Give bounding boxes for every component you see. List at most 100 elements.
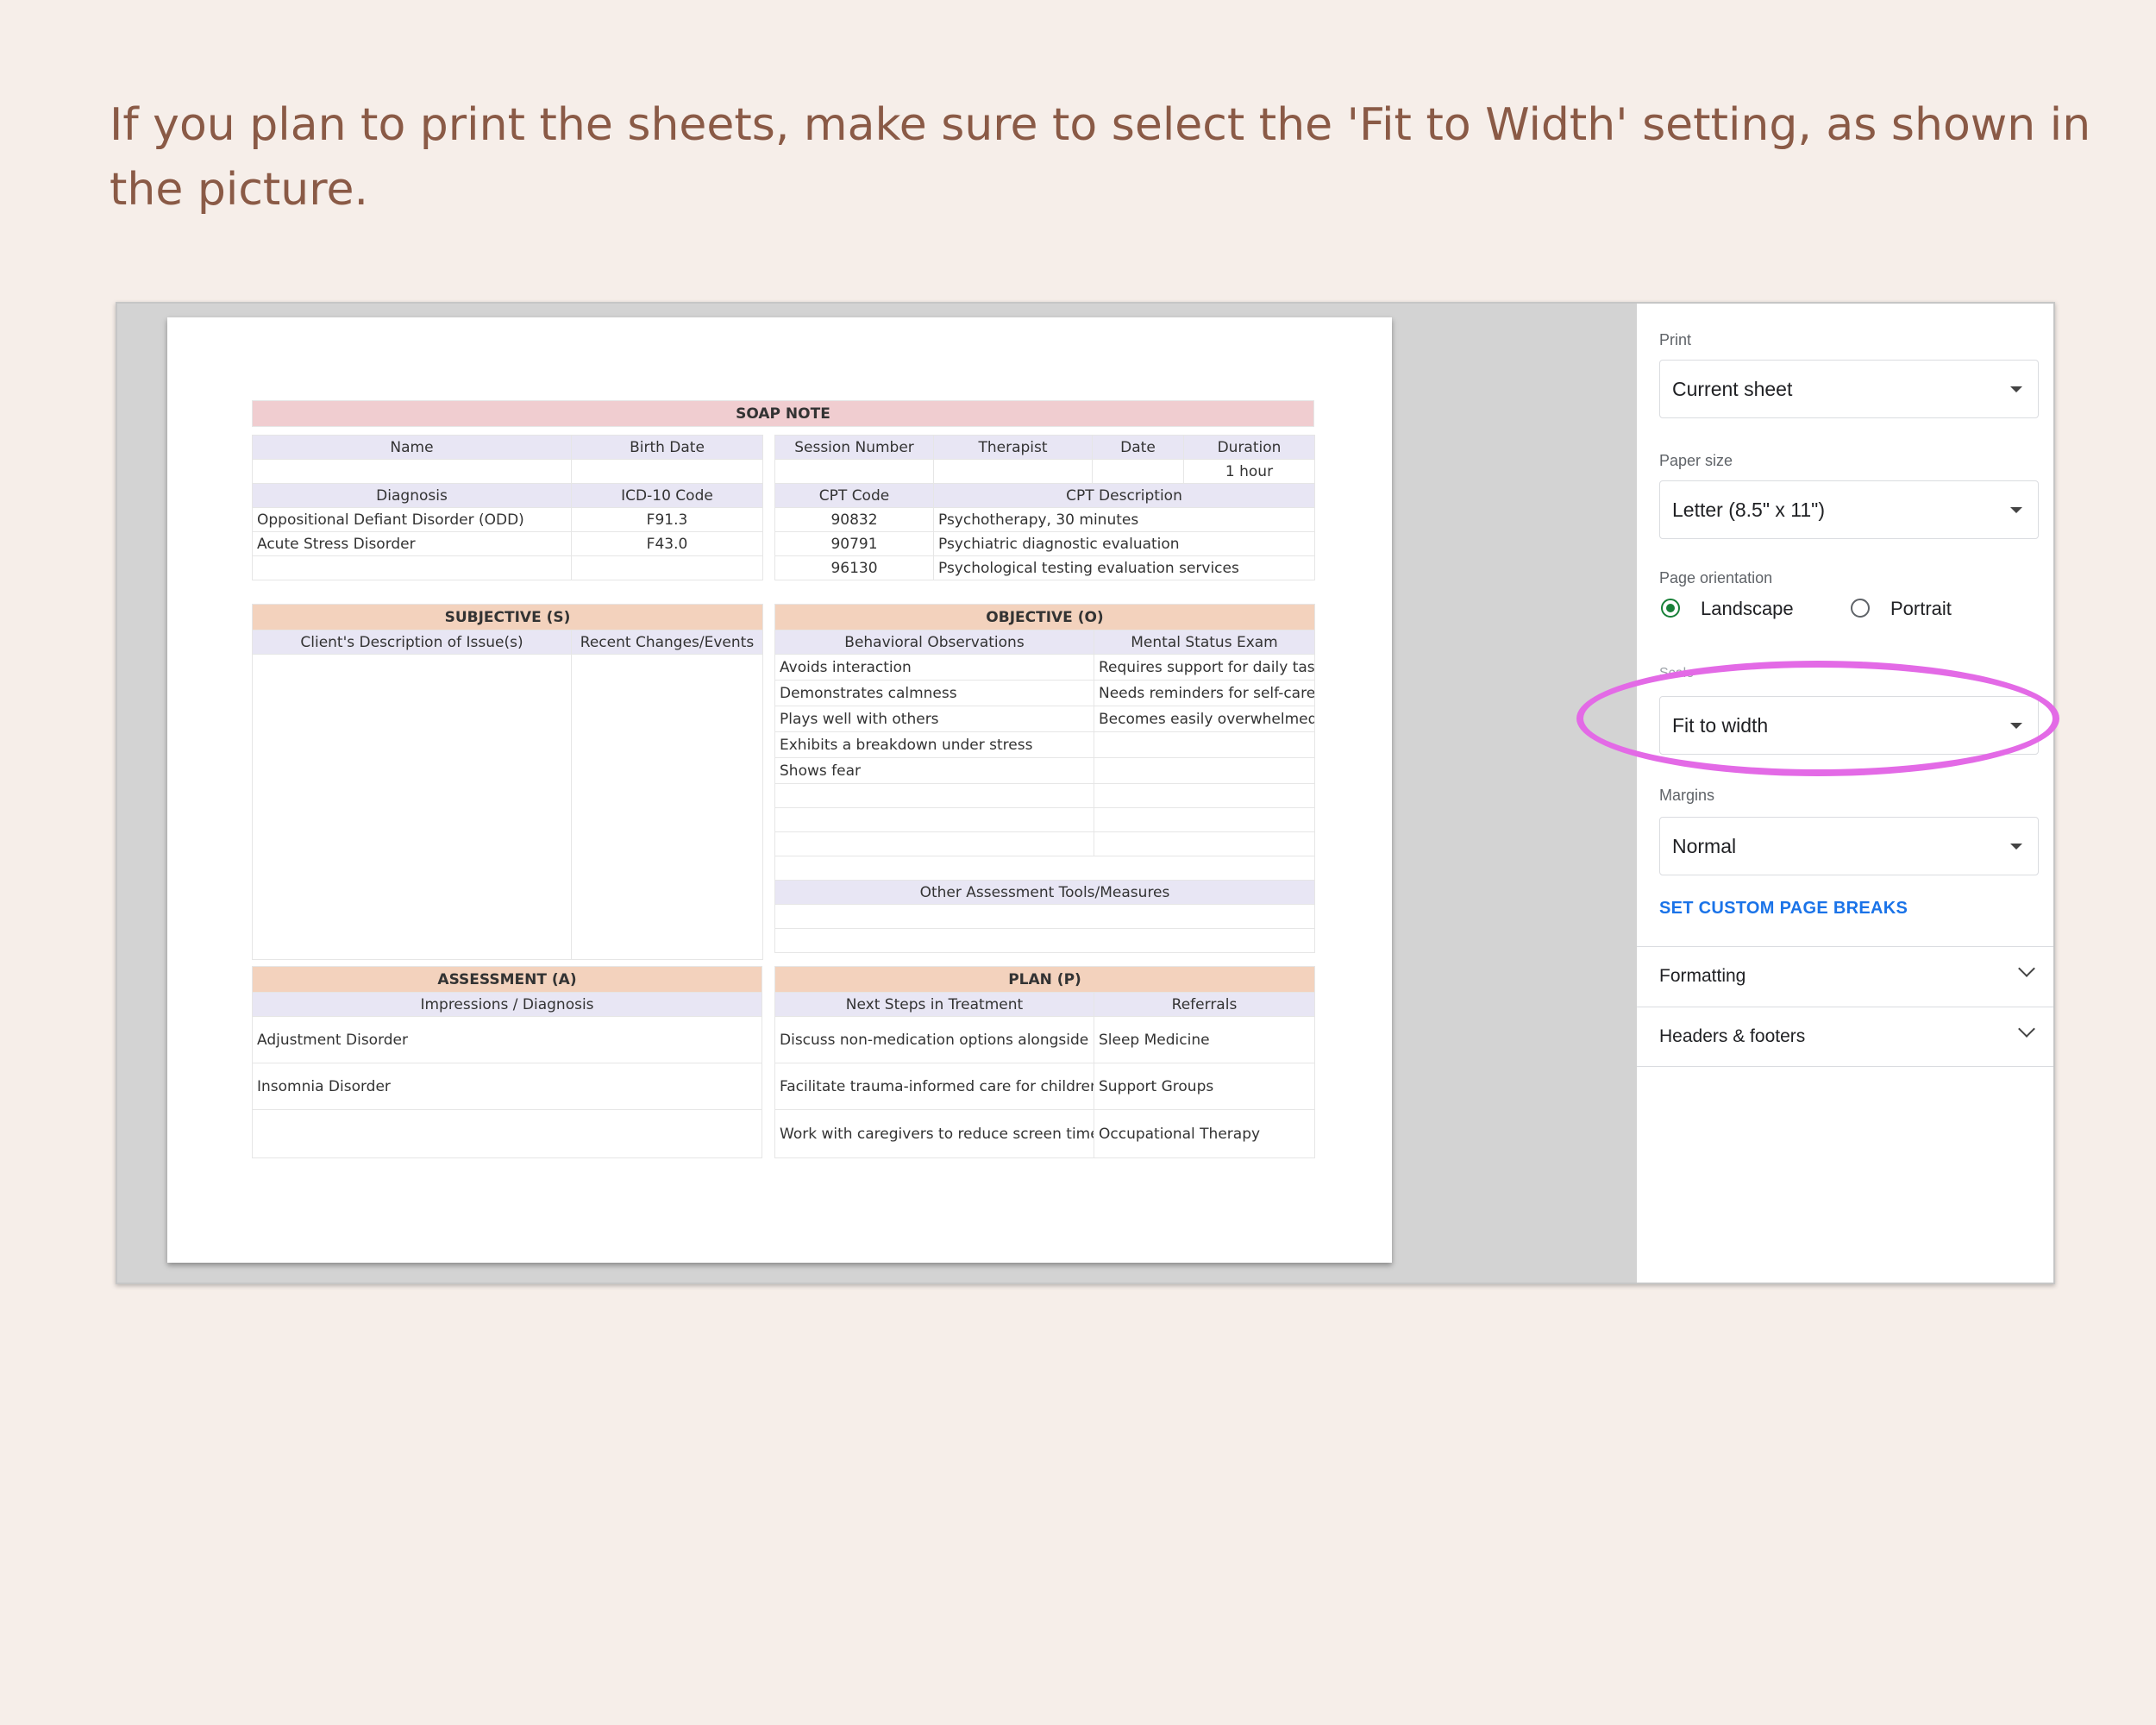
dropdown-caret-icon xyxy=(2010,844,2022,850)
name-header: Name xyxy=(252,435,572,460)
paper-size-value: Letter (8.5" x 11") xyxy=(1672,499,1825,521)
portrait-label: Portrait xyxy=(1890,598,1952,619)
objective-title: OBJECTIVE (O) xyxy=(774,604,1315,630)
birth-date-header: Birth Date xyxy=(571,435,763,460)
subjective-table: SUBJECTIVE (S) Client's Description of I… xyxy=(252,604,763,960)
referral-cell: Sleep Medicine xyxy=(1094,1016,1315,1063)
next-step-cell: Facilitate trauma-informed care for chil… xyxy=(774,1063,1094,1110)
mental-status-cell[interactable] xyxy=(1094,807,1315,832)
highlight-ellipse xyxy=(1576,661,2059,776)
session-info-table: Session Number Therapist Date Duration 1… xyxy=(774,435,1315,580)
date-header: Date xyxy=(1092,435,1184,460)
landscape-label: Landscape xyxy=(1701,598,1794,619)
cpt-description-cell: Psychological testing evaluation service… xyxy=(933,555,1315,580)
mental-status-cell: Requires support for daily tasks xyxy=(1094,654,1315,681)
spacer-cell xyxy=(774,856,1315,881)
preview-page: SOAP NOTE Name Birth Date Diagnosis ICD-… xyxy=(167,317,1392,1263)
soap-title-table: SOAP NOTE xyxy=(252,400,1314,427)
other-assessment-cell[interactable] xyxy=(774,904,1315,929)
print-label: Print xyxy=(1659,331,1692,348)
recent-changes-header: Recent Changes/Events xyxy=(571,630,763,655)
observation-cell[interactable] xyxy=(774,831,1094,856)
session-number-cell[interactable] xyxy=(774,459,934,484)
impression-cell[interactable] xyxy=(252,1109,762,1158)
formatting-section[interactable]: Formatting xyxy=(1637,946,2053,1007)
orientation-label: Page orientation xyxy=(1659,569,1773,586)
cpt-code-header: CPT Code xyxy=(774,483,934,508)
cpt-description-cell: Psychiatric diagnostic evaluation xyxy=(933,531,1315,556)
duration-header: Duration xyxy=(1183,435,1315,460)
print-value: Current sheet xyxy=(1672,378,1793,400)
chevron-down-icon xyxy=(2018,960,2035,977)
cpt-description-cell: Psychotherapy, 30 minutes xyxy=(933,507,1315,532)
referral-cell: Support Groups xyxy=(1094,1063,1315,1110)
dropdown-caret-icon xyxy=(2010,386,2022,392)
recent-changes-cell[interactable] xyxy=(571,654,763,960)
impression-cell: Adjustment Disorder xyxy=(252,1016,762,1063)
paper-size-label: Paper size xyxy=(1659,452,1733,469)
mental-status-cell xyxy=(1094,757,1315,784)
impression-cell: Insomnia Disorder xyxy=(252,1063,762,1110)
session-number-header: Session Number xyxy=(774,435,934,460)
plan-title: PLAN (P) xyxy=(774,966,1315,993)
client-info-table: Name Birth Date Diagnosis ICD-10 Code Op… xyxy=(252,435,763,580)
mental-status-cell: Needs reminders for self-care xyxy=(1094,680,1315,706)
cpt-code-cell: 96130 xyxy=(774,555,934,580)
diagnosis-cell: Acute Stress Disorder xyxy=(252,531,572,556)
observation-cell[interactable] xyxy=(774,807,1094,832)
icd10-cell: F43.0 xyxy=(571,531,763,556)
behavioral-observations-header: Behavioral Observations xyxy=(774,630,1094,655)
referrals-header: Referrals xyxy=(1094,992,1315,1017)
instruction-text: If you plan to print the sheets, make su… xyxy=(110,99,2091,216)
mental-status-header: Mental Status Exam xyxy=(1094,630,1315,655)
icd10-cell: F91.3 xyxy=(571,507,763,532)
headers-footers-section[interactable]: Headers & footers xyxy=(1637,1007,2053,1067)
assessment-table: ASSESSMENT (A) Impressions / Diagnosis A… xyxy=(252,966,762,1158)
diagnosis-cell: Oppositional Defiant Disorder (ODD) xyxy=(252,507,572,532)
client-description-header: Client's Description of Issue(s) xyxy=(252,630,572,655)
therapist-cell[interactable] xyxy=(933,459,1093,484)
therapist-header: Therapist xyxy=(933,435,1093,460)
margins-value: Normal xyxy=(1672,835,1737,857)
observation-cell[interactable] xyxy=(774,783,1094,808)
headers-footers-label: Headers & footers xyxy=(1659,1026,1806,1046)
icd10-cell[interactable] xyxy=(571,555,763,580)
date-cell[interactable] xyxy=(1092,459,1184,484)
print-select[interactable]: Current sheet xyxy=(1659,360,2039,418)
print-preview-area: SOAP NOTE Name Birth Date Diagnosis ICD-… xyxy=(117,304,1637,1283)
radio-unselected-icon xyxy=(1851,599,1870,618)
observation-cell: Demonstrates calmness xyxy=(774,680,1094,706)
set-custom-page-breaks-link[interactable]: SET CUSTOM PAGE BREAKS xyxy=(1659,899,1908,919)
margins-label: Margins xyxy=(1659,787,1715,804)
subjective-title: SUBJECTIVE (S) xyxy=(252,604,763,630)
observation-cell: Exhibits a breakdown under stress xyxy=(774,731,1094,758)
impressions-header: Impressions / Diagnosis xyxy=(252,992,762,1017)
diagnosis-header: Diagnosis xyxy=(252,483,572,508)
assessment-title: ASSESSMENT (A) xyxy=(252,966,762,993)
next-step-cell: Work with caregivers to reduce screen ti… xyxy=(774,1109,1094,1158)
duration-cell: 1 hour xyxy=(1183,459,1315,484)
soap-title: SOAP NOTE xyxy=(252,400,1314,427)
margins-select[interactable]: Normal xyxy=(1659,817,2039,875)
cpt-description-header: CPT Description xyxy=(933,483,1315,508)
paper-size-select[interactable]: Letter (8.5" x 11") xyxy=(1659,480,2039,539)
observation-cell: Avoids interaction xyxy=(774,654,1094,681)
observation-cell: Shows fear xyxy=(774,757,1094,784)
birth-date-cell[interactable] xyxy=(571,459,763,484)
dropdown-caret-icon xyxy=(2010,507,2022,513)
next-steps-header: Next Steps in Treatment xyxy=(774,992,1094,1017)
print-settings-panel: Print Current sheet Paper size Letter (8… xyxy=(1637,304,2053,1283)
chevron-down-icon xyxy=(2018,1020,2035,1038)
other-assessment-cell[interactable] xyxy=(774,928,1315,953)
mental-status-cell[interactable] xyxy=(1094,831,1315,856)
diagnosis-cell[interactable] xyxy=(252,555,572,580)
print-settings-screenshot: SOAP NOTE Name Birth Date Diagnosis ICD-… xyxy=(116,302,2055,1284)
mental-status-cell[interactable] xyxy=(1094,783,1315,808)
name-cell[interactable] xyxy=(252,459,572,484)
cpt-code-cell: 90832 xyxy=(774,507,934,532)
cpt-code-cell: 90791 xyxy=(774,531,934,556)
client-description-cell[interactable] xyxy=(252,654,572,960)
icd10-header: ICD-10 Code xyxy=(571,483,763,508)
observation-cell: Plays well with others xyxy=(774,706,1094,732)
mental-status-cell: Becomes easily overwhelmed xyxy=(1094,706,1315,732)
